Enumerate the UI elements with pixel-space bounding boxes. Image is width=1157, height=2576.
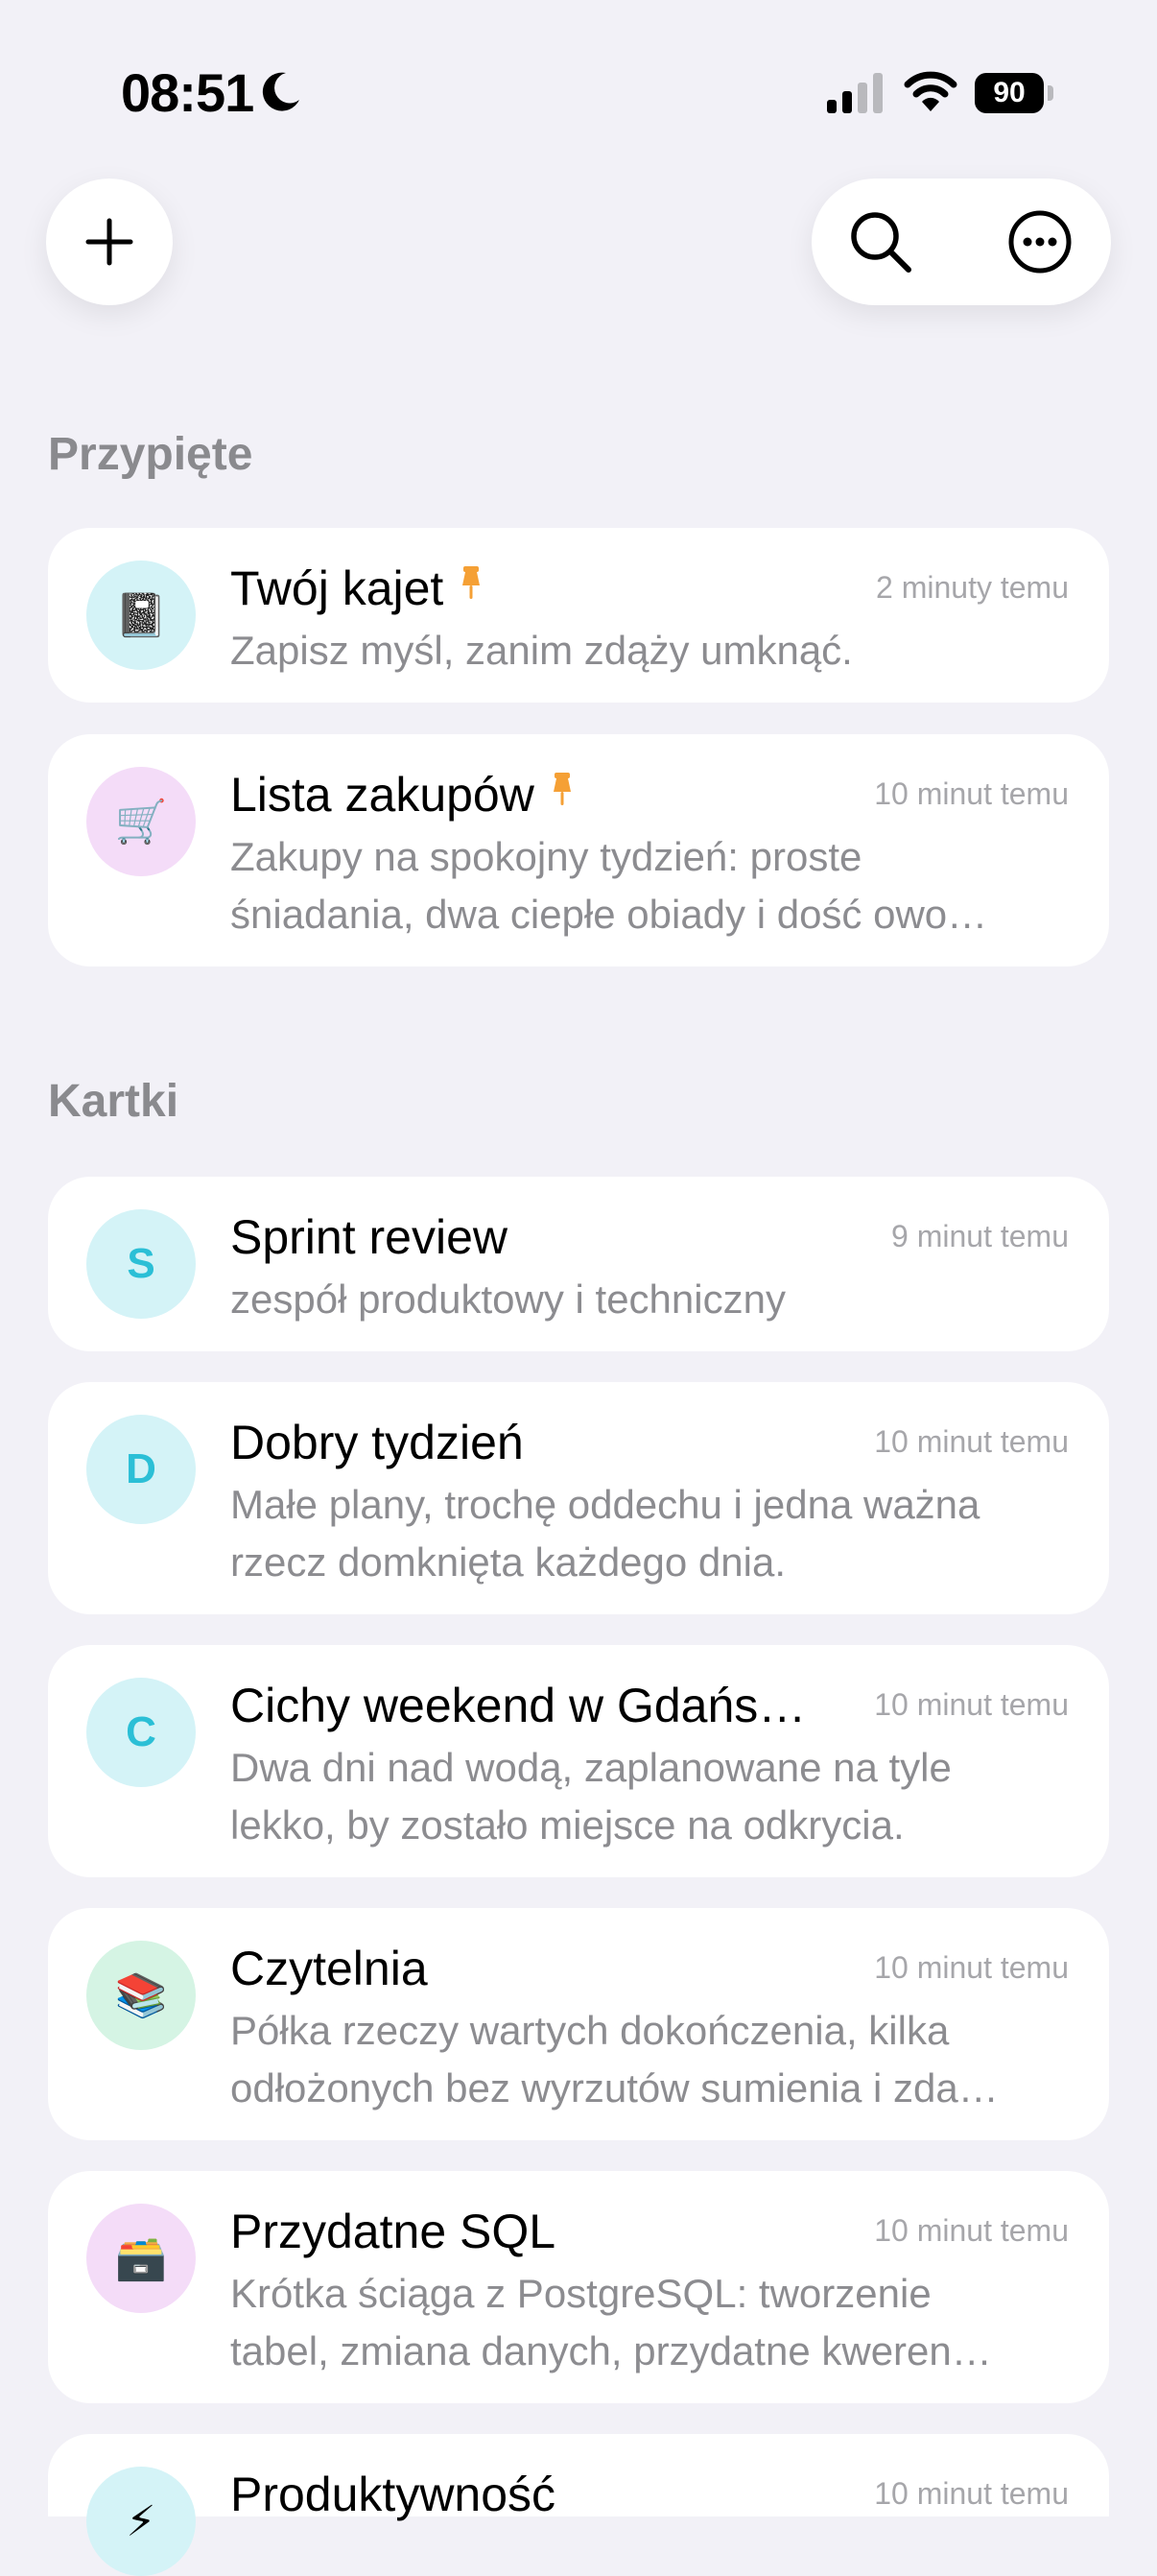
note-title-text: Twój kajet <box>230 561 444 615</box>
note-card[interactable]: 📓 Twój kajet 2 minuty temu Zapisz myśl, … <box>48 528 1109 703</box>
note-preview: zespół produktowy i techniczny <box>230 1276 786 1322</box>
note-preview: Zapisz myśl, zanim zdąży umknąć. <box>230 628 853 673</box>
toolbar-pill <box>812 179 1111 305</box>
battery-level: 90 <box>975 73 1044 113</box>
note-title: Sprint review <box>230 1210 508 1264</box>
note-timestamp: 10 minut temu <box>874 1424 1069 1459</box>
note-preview-line: Małe plany, trochę oddechu i jedna ważna <box>230 1482 980 1527</box>
note-preview-line: tabel, zmiana danych, przydatne kweren… <box>230 2328 992 2373</box>
note-card[interactable]: ⚡ Produktywność 10 minut temu <box>48 2434 1109 2576</box>
note-preview: Zakupy na spokojny tydzień: proste śniad… <box>230 828 1074 943</box>
note-preview-line: Zakupy na spokojny tydzień: proste <box>230 834 862 879</box>
note-emoji-avatar: 📚 <box>86 1941 196 2050</box>
note-letter-avatar: S <box>86 1209 196 1319</box>
note-emoji-avatar: ⚡ <box>86 2467 196 2576</box>
note-preview-line: Półka rzeczy wartych dokończenia, kilka <box>230 2008 950 2053</box>
note-preview-line: rzecz domknięta każdego dnia. <box>230 1539 786 1585</box>
note-preview-line: śniadania, dwa ciepłe obiady i dość owo… <box>230 892 988 937</box>
note-preview-line: odłożonych bez wyrzutów sumienia i zda… <box>230 2065 999 2111</box>
note-timestamp: 9 minut temu <box>891 1219 1069 1253</box>
note-title: Cichy weekend w Gdańs… <box>230 1679 807 1732</box>
moon-icon <box>262 72 299 111</box>
plus-icon <box>85 218 133 266</box>
note-timestamp: 10 minut temu <box>874 2476 1069 2511</box>
note-title-text: Lista zakupów <box>230 768 534 822</box>
note-preview-line: lekko, by zostało miejsce na odkrycia. <box>230 1802 905 1848</box>
note-letter-avatar: C <box>86 1678 196 1787</box>
section-title-notes: Kartki <box>48 1076 179 1127</box>
pin-icon <box>462 566 481 599</box>
note-timestamp: 2 minuty temu <box>876 570 1069 605</box>
note-letter-avatar: D <box>86 1415 196 1524</box>
note-timestamp: 10 minut temu <box>874 776 1069 811</box>
cellular-signal-icon <box>827 73 883 113</box>
search-button[interactable] <box>840 202 921 282</box>
section-title-pinned: Przypięte <box>48 429 253 480</box>
note-card[interactable]: 📚 Czytelnia 10 minut temu Półka rzeczy w… <box>48 1908 1109 2140</box>
status-bar: 08:51 90 <box>0 0 1157 182</box>
note-card[interactable]: C Cichy weekend w Gdańs… 10 minut temu D… <box>48 1645 1109 1877</box>
note-card[interactable]: D Dobry tydzień 10 minut temu Małe plany… <box>48 1382 1109 1614</box>
note-title: Produktywność <box>230 2468 556 2521</box>
note-preview: Półka rzeczy wartych dokończenia, kilka … <box>230 2002 1074 2117</box>
note-title: Czytelnia <box>230 1942 428 1995</box>
add-note-button[interactable] <box>46 179 173 305</box>
note-preview: Małe plany, trochę oddechu i jedna ważna… <box>230 1476 1074 1591</box>
battery-icon: 90 <box>975 73 1055 113</box>
note-title: Dobry tydzień <box>230 1416 524 1469</box>
note-emoji-avatar: 📓 <box>86 561 196 670</box>
note-preview: Dwa dni nad wodą, zaplanowane na tyle le… <box>230 1739 1074 1854</box>
note-timestamp: 10 minut temu <box>874 1687 1069 1722</box>
note-title: Przydatne SQL <box>230 2205 556 2258</box>
search-icon <box>851 212 911 273</box>
wifi-icon <box>904 71 957 111</box>
pin-icon <box>553 773 571 805</box>
note-card[interactable]: 🗃️ Przydatne SQL 10 minut temu Krótka śc… <box>48 2171 1109 2403</box>
note-card[interactable]: 🛒 Lista zakupów 10 minut temu Zakupy na … <box>48 734 1109 966</box>
note-timestamp: 10 minut temu <box>874 2213 1069 2248</box>
more-options-button[interactable] <box>1000 202 1080 282</box>
note-card[interactable]: S Sprint review 9 minut temu zespół prod… <box>48 1177 1109 1351</box>
note-title: Twój kajet <box>230 561 485 616</box>
note-timestamp: 10 minut temu <box>874 1950 1069 1985</box>
status-time: 08:51 <box>121 62 254 123</box>
note-emoji-avatar: 🗃️ <box>86 2204 196 2313</box>
note-preview: Krótka ściąga z PostgreSQL: tworzenie ta… <box>230 2265 1074 2380</box>
note-preview-line: Dwa dni nad wodą, zaplanowane na tyle <box>230 1745 952 1790</box>
note-title: Lista zakupów <box>230 767 577 823</box>
note-preview-line: Krótka ściąga z PostgreSQL: tworzenie <box>230 2271 932 2316</box>
note-emoji-avatar: 🛒 <box>86 767 196 876</box>
ellipsis-circle-icon <box>1008 210 1072 274</box>
